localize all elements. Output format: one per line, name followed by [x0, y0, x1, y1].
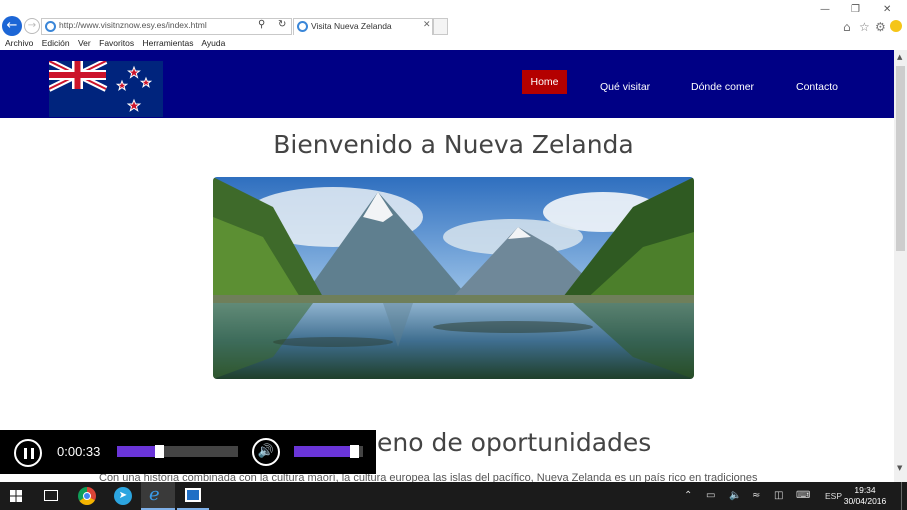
refresh-icon[interactable]: ↻ [278, 19, 286, 30]
ie-icon [297, 21, 308, 32]
elapsed-time: 0:00:33 [57, 444, 101, 459]
pause-icon [24, 448, 27, 459]
media-app-taskbar-button[interactable] [177, 482, 209, 510]
language-indicator[interactable]: ESP [825, 491, 842, 501]
close-icon[interactable]: ✕ [423, 20, 431, 30]
minimize-button[interactable]: — [820, 4, 830, 15]
system-clock[interactable]: 19:34 30/04/2016 [842, 485, 888, 507]
chrome-icon[interactable] [78, 487, 96, 505]
seek-bar[interactable] [117, 445, 238, 458]
show-desktop-button[interactable] [901, 482, 902, 510]
menu-ayuda[interactable]: Ayuda [201, 38, 225, 48]
pause-icon [31, 448, 34, 459]
nz-flag-logo[interactable] [49, 61, 163, 117]
scroll-down-icon[interactable]: ▼ [897, 464, 902, 472]
pause-button[interactable] [14, 439, 42, 467]
star-icon[interactable]: ☆ [859, 20, 870, 34]
seek-thumb[interactable] [154, 445, 164, 458]
volume-fill [294, 446, 357, 457]
clock-date: 30/04/2016 [843, 496, 887, 506]
menu-bar: Archivo Edición Ver Favoritos Herramient… [5, 38, 231, 48]
task-view-icon[interactable] [44, 490, 58, 501]
ie-taskbar-button[interactable]: e [141, 482, 175, 510]
nav-contacto[interactable]: Contacto [796, 81, 838, 93]
menu-ver[interactable]: Ver [78, 38, 91, 48]
windows-taskbar: ➤ e ⌃ ▭ 🔈 ≈ ◫ ⌨ ESP 19:34 30/04/2016 [0, 482, 907, 510]
url-text[interactable]: http://www.visitnznow.esy.es/index.html [59, 20, 207, 30]
menu-archivo[interactable]: Archivo [5, 38, 33, 48]
site-navbar: Home Qué visitar Dónde comer Contacto [0, 50, 894, 118]
search-icon[interactable]: ⚲ [258, 19, 265, 30]
seek-bar-fill [117, 446, 155, 457]
media-player-bar: 0:00:33 🔊 [0, 430, 376, 474]
telegram-icon[interactable]: ➤ [114, 487, 132, 505]
nav-que-visitar[interactable]: Qué visitar [600, 81, 650, 93]
windows-start-icon[interactable] [10, 490, 22, 502]
keyboard-icon[interactable]: ⌨ [796, 490, 810, 501]
speaker-icon: 🔊 [257, 444, 275, 459]
hero-landscape-image [213, 177, 694, 379]
new-tab-button[interactable] [433, 18, 448, 35]
arrow-left-icon: ← [6, 18, 18, 33]
nav-home[interactable]: Home [522, 70, 567, 94]
volume-slider[interactable] [294, 445, 363, 458]
scroll-thumb[interactable] [896, 66, 905, 251]
menu-favoritos[interactable]: Favoritos [99, 38, 134, 48]
notification-icon[interactable]: ◫ [774, 490, 783, 501]
smiley-icon[interactable] [890, 20, 902, 32]
clock-time: 19:34 [854, 485, 876, 495]
close-window-button[interactable]: ✕ [883, 4, 891, 15]
battery-icon[interactable]: ▭ [706, 490, 715, 501]
browser-chrome: ← → http://www.visitnznow.esy.es/index.h… [0, 0, 907, 50]
chevron-up-icon[interactable]: ⌃ [684, 490, 692, 501]
forward-button[interactable]: → [24, 18, 40, 34]
menu-edicion[interactable]: Edición [42, 38, 70, 48]
film-icon [185, 488, 201, 502]
arrow-right-icon: → [27, 20, 37, 31]
page-scrollbar[interactable]: ▲ ▼ [894, 50, 907, 482]
restore-button[interactable]: ❐ [851, 4, 860, 15]
gear-icon[interactable]: ⚙ [875, 20, 886, 34]
menu-herramientas[interactable]: Herramientas [142, 38, 193, 48]
browser-tab[interactable]: Visita Nueva Zelanda ✕ [293, 18, 433, 35]
volume-thumb[interactable] [350, 445, 360, 458]
speaker-icon[interactable]: 🔈 [729, 490, 741, 501]
back-button[interactable]: ← [2, 16, 22, 36]
wifi-icon[interactable]: ≈ [752, 490, 760, 501]
ie-icon [45, 21, 56, 32]
nav-donde-comer[interactable]: Dónde comer [691, 81, 754, 93]
home-icon[interactable]: ⌂ [843, 20, 851, 34]
address-bar[interactable]: http://www.visitnznow.esy.es/index.html … [41, 18, 292, 35]
tab-title: Visita Nueva Zelanda [311, 21, 392, 31]
page-title: Bienvenido a Nueva Zelanda [273, 130, 634, 159]
scroll-up-icon[interactable]: ▲ [897, 53, 902, 61]
volume-button[interactable]: 🔊 [252, 438, 280, 466]
section-heading: eno de oportunidades [377, 428, 652, 457]
ie-icon: e [149, 484, 160, 505]
